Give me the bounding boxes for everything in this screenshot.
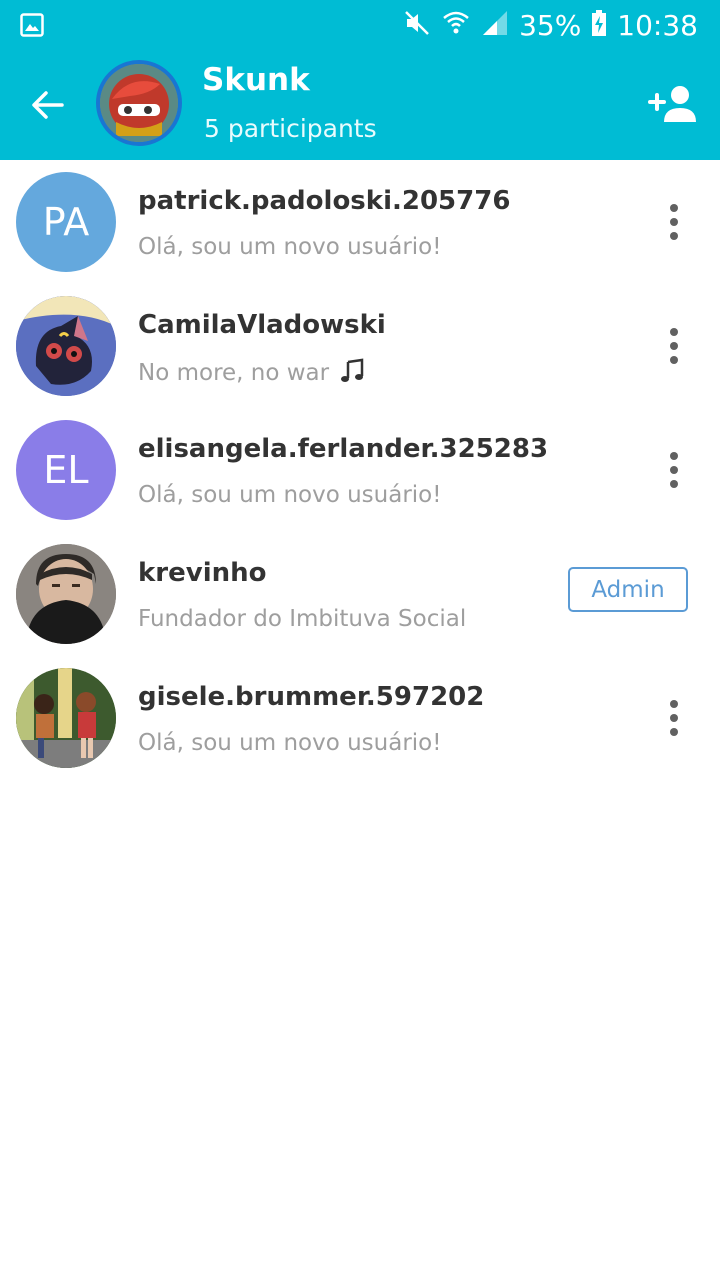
avatar <box>16 544 116 644</box>
avatar <box>16 668 116 768</box>
participant-name: patrick.padoloski.205776 <box>138 186 511 216</box>
more-options-button[interactable] <box>660 448 688 492</box>
participant-status: Olá, sou um novo usuário! <box>138 234 442 260</box>
arrow-back-icon <box>32 91 64 119</box>
participant-row[interactable]: gisele.brummer.597202 Olá, sou um novo u… <box>0 656 720 780</box>
participants-list: PA patrick.padoloski.205776 Olá, sou um … <box>0 160 720 780</box>
add-person-icon <box>648 86 696 122</box>
more-options-button[interactable] <box>660 200 688 244</box>
status-bar: 35% 10:38 <box>0 0 720 50</box>
participant-status: Olá, sou um novo usuário! <box>138 730 442 756</box>
participant-status: Fundador do Imbituva Social <box>138 606 467 632</box>
add-participant-button[interactable] <box>648 84 698 124</box>
avatar-initials: PA <box>42 200 90 244</box>
more-options-button[interactable] <box>660 696 688 740</box>
signal-icon <box>481 9 509 42</box>
more-vert-icon <box>670 328 678 336</box>
participant-row[interactable]: EL elisangela.ferlander.325283 Olá, sou … <box>0 408 720 532</box>
participant-name: gisele.brummer.597202 <box>138 682 485 712</box>
anime-couple-image <box>16 668 116 768</box>
participant-name: krevinho <box>138 558 267 588</box>
avatar <box>16 296 116 396</box>
app-bar: Skunk 5 participants <box>0 50 720 160</box>
participant-row[interactable]: CamilaVladowski No more, no war <box>0 284 720 408</box>
clock: 10:38 <box>617 8 698 42</box>
wifi-icon <box>441 9 471 42</box>
battery-percentage: 35% <box>519 8 582 42</box>
more-vert-icon <box>670 204 678 212</box>
participant-row[interactable]: krevinho Fundador do Imbituva Social Adm… <box>0 532 720 656</box>
masked-person-photo <box>16 544 116 644</box>
avatar: PA <box>16 172 116 272</box>
gallery-icon <box>20 13 44 42</box>
participant-name: CamilaVladowski <box>138 310 386 340</box>
avatar: EL <box>16 420 116 520</box>
group-title: Skunk <box>202 62 310 98</box>
avatar-initials: EL <box>43 448 89 492</box>
back-button[interactable] <box>26 83 70 127</box>
participant-row[interactable]: PA patrick.padoloski.205776 Olá, sou um … <box>0 160 720 284</box>
more-vert-icon <box>670 700 678 708</box>
admin-badge: Admin <box>568 567 688 612</box>
more-vert-icon <box>670 452 678 460</box>
group-avatar[interactable] <box>96 60 182 146</box>
cartoon-cat-image <box>16 296 116 396</box>
music-note-icon <box>341 358 364 382</box>
participant-name: elisangela.ferlander.325283 <box>138 434 549 464</box>
more-options-button[interactable] <box>660 324 688 368</box>
battery-charging-icon <box>591 9 607 42</box>
participant-status: No more, no war <box>138 358 366 386</box>
mute-icon <box>403 9 431 42</box>
participants-count: 5 participants <box>204 114 377 143</box>
participant-status: Olá, sou um novo usuário! <box>138 482 442 508</box>
